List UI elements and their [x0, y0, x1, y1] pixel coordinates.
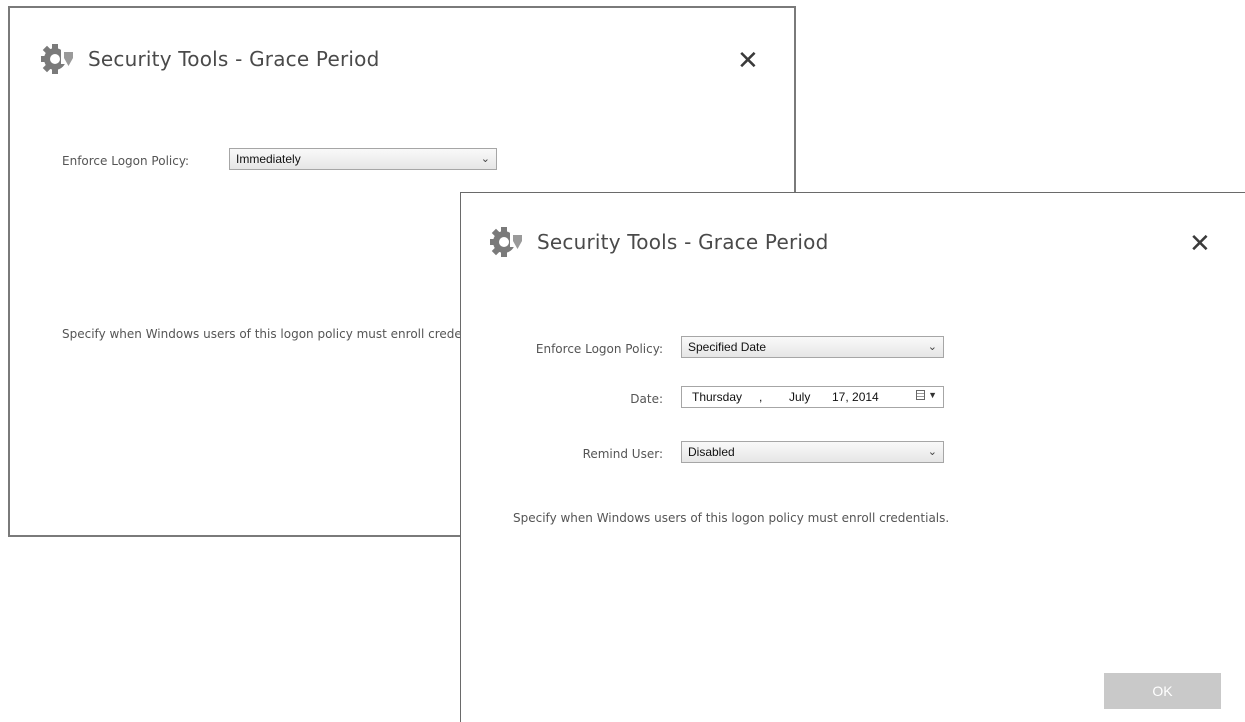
chevron-down-icon: ⌄ — [927, 446, 937, 458]
enforce-logon-policy-select[interactable]: Immediately ⌄ — [229, 148, 497, 170]
enforce-logon-policy-value: Specified Date — [688, 340, 767, 354]
ok-button[interactable]: OK — [1104, 673, 1221, 709]
dialog-title: Security Tools - Grace Period — [537, 230, 829, 254]
date-month[interactable]: July — [789, 390, 810, 404]
dialog-title-row: Security Tools - Grace Period — [489, 225, 828, 259]
date-picker[interactable]: Thursday , July 17, 2014 ▼ — [681, 386, 944, 408]
date-day-year[interactable]: 17, 2014 — [832, 390, 879, 404]
date-separator: , — [759, 390, 763, 404]
enforce-logon-policy-value: Immediately — [236, 152, 301, 166]
close-button[interactable]: ✕ — [1189, 231, 1211, 257]
gear-shield-icon — [490, 227, 522, 257]
date-label: Date: — [630, 392, 663, 406]
chevron-down-icon: ⌄ — [480, 153, 490, 165]
remind-user-select[interactable]: Disabled ⌄ — [681, 441, 944, 463]
description-text: Specify when Windows users of this logon… — [513, 511, 950, 525]
gear-shield-icon — [41, 44, 73, 74]
remind-user-value: Disabled — [688, 445, 735, 459]
grace-period-dialog-front: Security Tools - Grace Period ✕ Enforce … — [460, 192, 1245, 722]
dialog-title-row: Security Tools - Grace Period — [40, 42, 379, 76]
chevron-down-icon: ⌄ — [927, 341, 937, 353]
calendar-icon[interactable] — [916, 390, 925, 400]
dialog-title: Security Tools - Grace Period — [88, 47, 380, 71]
enforce-logon-policy-label: Enforce Logon Policy: — [535, 342, 663, 356]
enforce-logon-policy-select[interactable]: Specified Date ⌄ — [681, 336, 944, 358]
date-weekday[interactable]: Thursday — [692, 390, 742, 404]
remind-user-label: Remind User: — [582, 447, 663, 461]
calendar-dropdown-icon[interactable]: ▼ — [928, 390, 937, 400]
description-text: Specify when Windows users of this logon… — [62, 327, 499, 341]
enforce-logon-policy-label: Enforce Logon Policy: — [62, 154, 190, 168]
close-button[interactable]: ✕ — [737, 48, 759, 74]
